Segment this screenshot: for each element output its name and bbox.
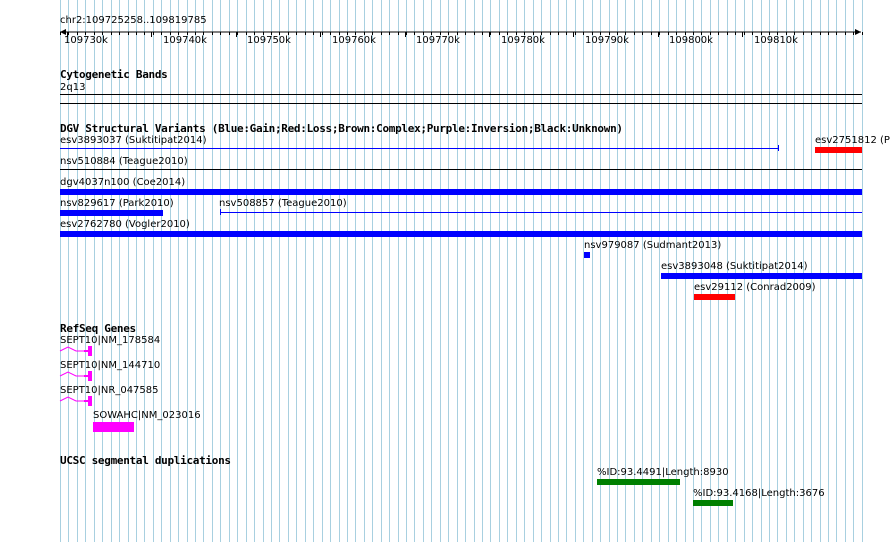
gene-model-icon[interactable] <box>58 395 98 407</box>
ruler-tick-label: 109800k <box>669 35 713 46</box>
ruler-tick-label: 109780k <box>501 35 545 46</box>
ruler-tick-label: 109810k <box>754 35 798 46</box>
dgv-feature-bar[interactable] <box>661 273 862 279</box>
dgv-feature-bar[interactable] <box>60 231 862 237</box>
ruler-tick-label: 109730k <box>64 35 108 46</box>
ruler-tick-label: 109760k <box>332 35 376 46</box>
segdup-label: %ID:93.4491|Length:8930 <box>597 467 729 478</box>
segdup-bar[interactable] <box>597 479 680 485</box>
gene-exon-block[interactable] <box>93 422 134 432</box>
dgv-feature-label: nsv979087 (Sudmant2013) <box>584 240 722 251</box>
ruler-tick-label: 109770k <box>416 35 460 46</box>
dgv-feature-label: nsv829617 (Park2010) <box>60 198 174 209</box>
segdup-bar[interactable] <box>693 500 733 506</box>
gene-model-icon[interactable] <box>58 345 98 357</box>
dgv-feature-bar[interactable] <box>815 147 862 153</box>
gene-model-icon[interactable] <box>58 370 98 382</box>
dgv-feature-end-tick <box>778 145 779 151</box>
ruler-tick-label: 109750k <box>247 35 291 46</box>
dgv-feature-bar[interactable] <box>584 252 590 258</box>
dgv-feature-line[interactable] <box>60 169 862 170</box>
dgv-feature-label: esv2751812 (P <box>815 135 890 146</box>
dgv-track-title[interactable]: DGV Structural Variants (Blue:Gain;Red:L… <box>60 122 623 135</box>
dgv-feature-bar[interactable] <box>60 210 163 216</box>
ruler-right-arrow-icon <box>855 29 861 35</box>
dgv-feature-line[interactable] <box>60 148 779 149</box>
dgv-feature-label: esv2762780 (Vogler2010) <box>60 219 190 230</box>
dgv-feature-bar[interactable] <box>694 294 735 300</box>
dgv-feature-line[interactable] <box>220 212 862 213</box>
dgv-feature-label: esv3893048 (Suktitipat2014) <box>661 261 808 272</box>
dgv-feature-bar[interactable] <box>60 189 862 195</box>
dgv-feature-label: nsv510884 (Teague2010) <box>60 156 188 167</box>
cytoband-band-top <box>60 94 862 95</box>
refseq-track-title[interactable]: RefSeq Genes <box>60 322 136 335</box>
dgv-feature-label: dgv4037n100 (Coe2014) <box>60 177 186 188</box>
ruler-tick-label: 109790k <box>585 35 629 46</box>
gene-label: SOWAHC|NM_023016 <box>93 410 201 421</box>
segdup-track-title[interactable]: UCSC segmental duplications <box>60 454 231 467</box>
dgv-feature-label: nsv508857 (Teague2010) <box>219 198 347 209</box>
segdup-label: %ID:93.4168|Length:3676 <box>693 488 825 499</box>
cytoband-band-bottom <box>60 103 862 104</box>
dgv-feature-label: esv29112 (Conrad2009) <box>694 282 816 293</box>
ruler-tick-label: 109740k <box>163 35 207 46</box>
dgv-feature-label: esv3893037 (Suktitipat2014) <box>60 135 207 146</box>
cytoband-label: 2q13 <box>60 82 86 93</box>
cytoband-track-title[interactable]: Cytogenetic Bands <box>60 68 168 81</box>
dgv-feature-start-tick <box>220 209 221 215</box>
